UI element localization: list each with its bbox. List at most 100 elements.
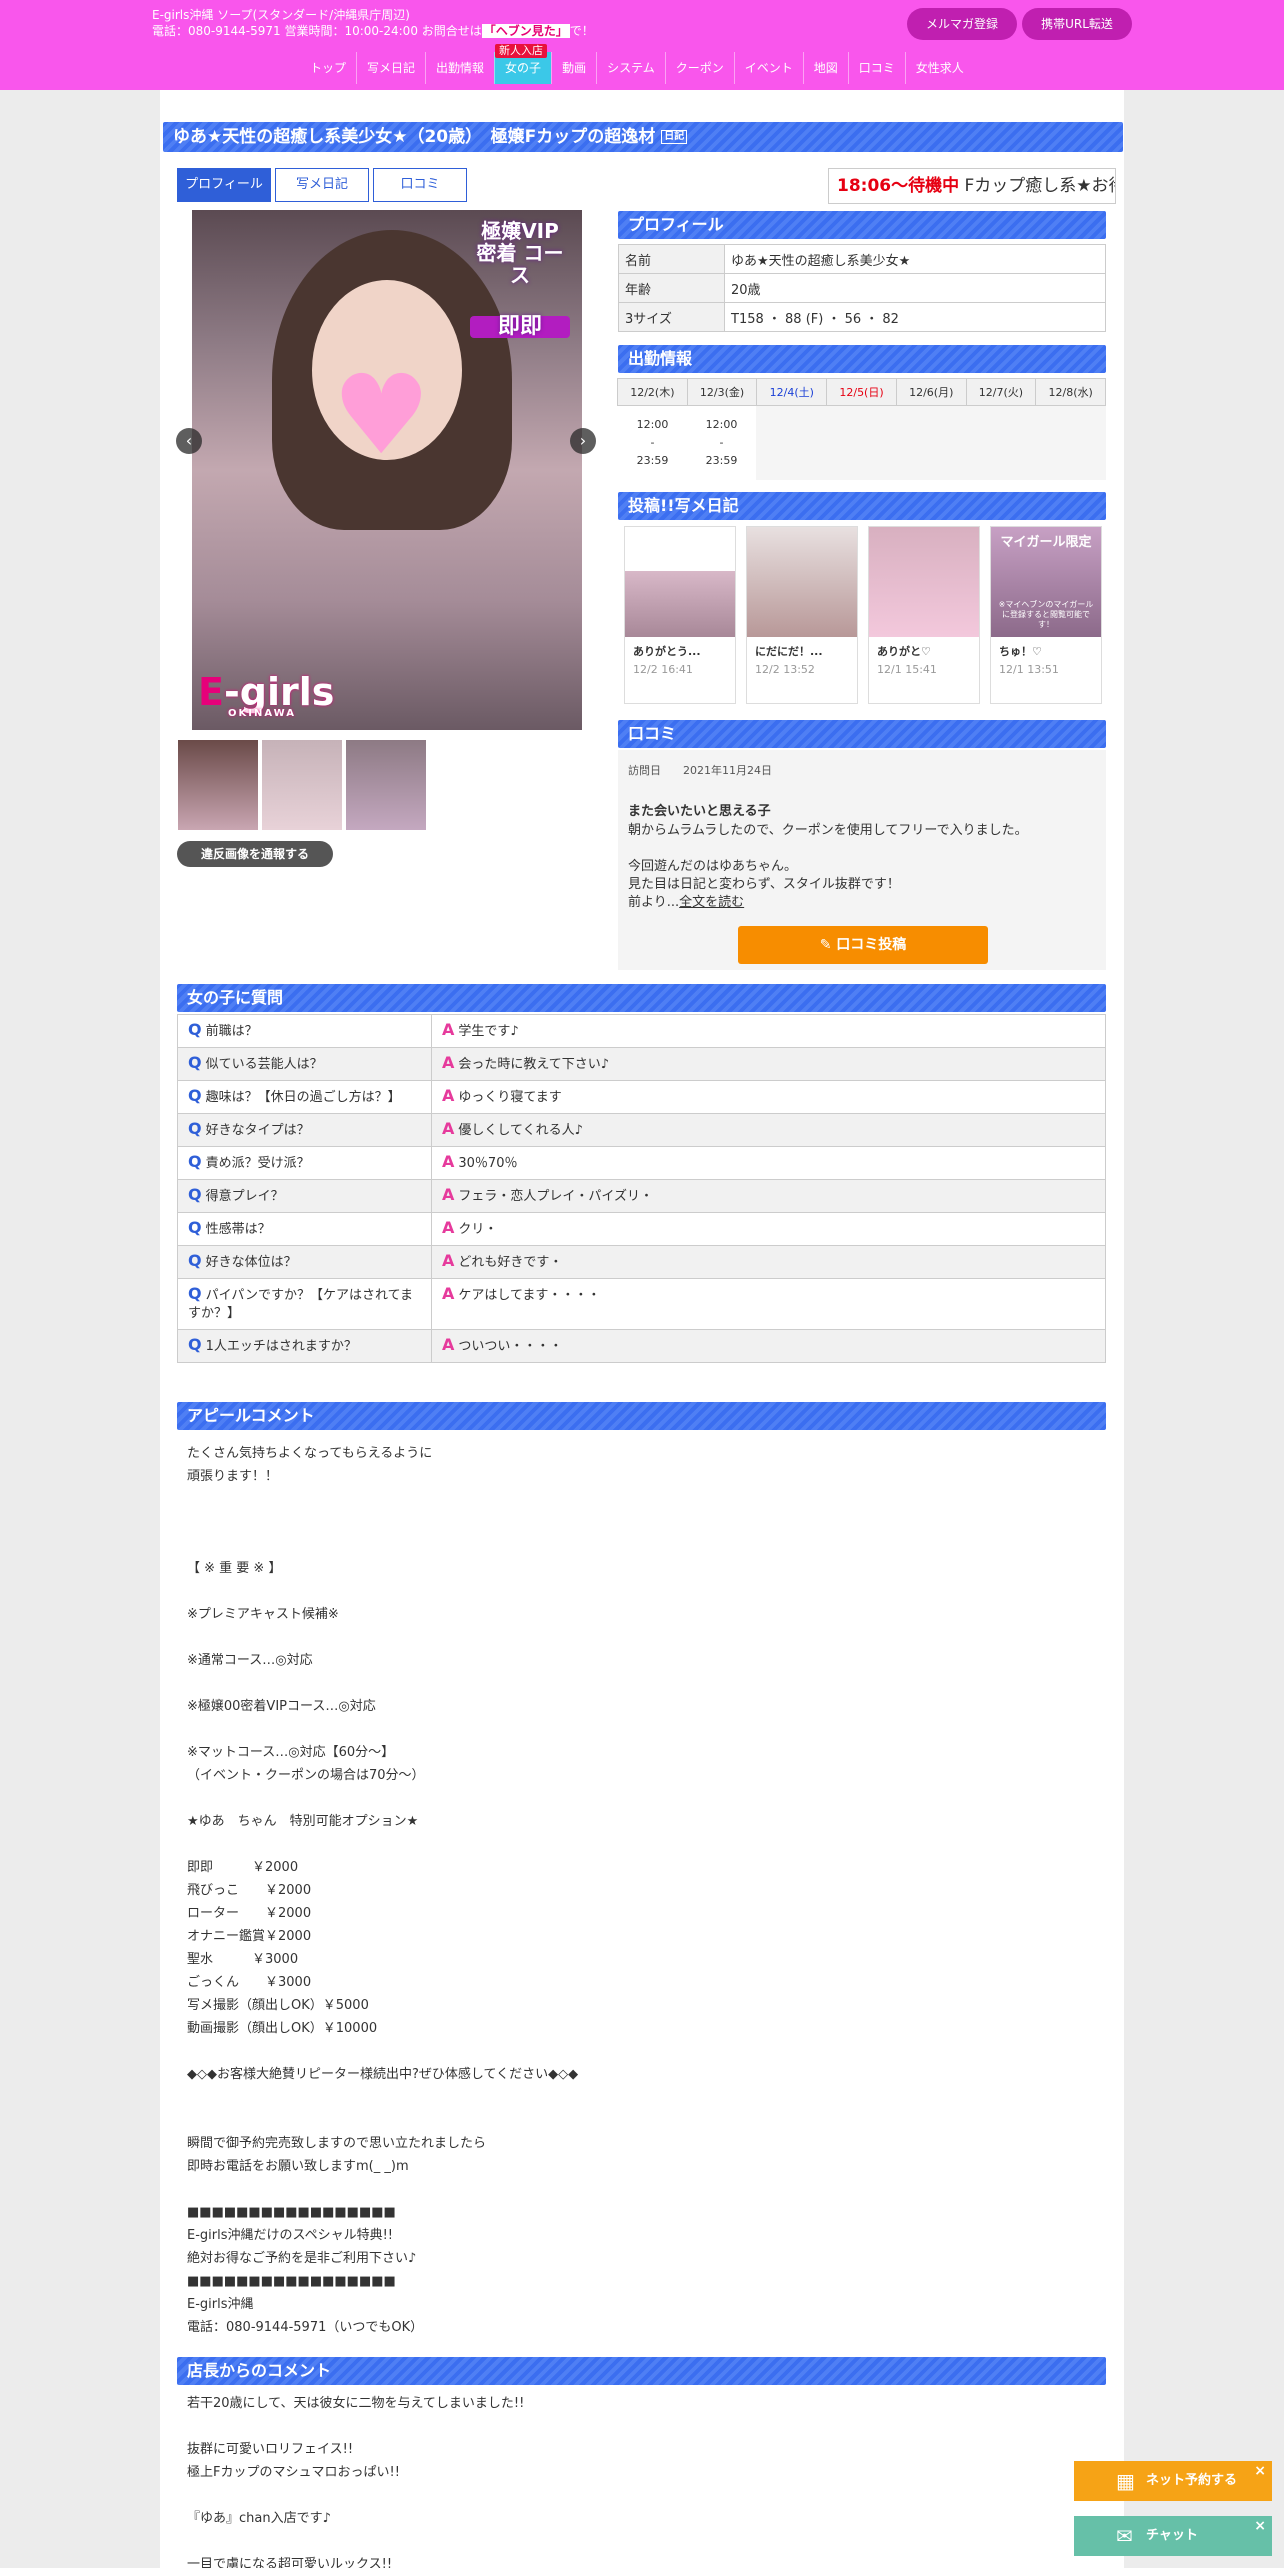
post-review-button[interactable]: ✎ 口コミ投稿 xyxy=(738,926,988,964)
nav-reviews[interactable]: 口コミ xyxy=(847,52,905,84)
diary-card[interactable]: ありがとう... 12/2 16:41 xyxy=(624,526,736,704)
diary-date: 12/1 13:51 xyxy=(999,663,1059,676)
diary-title: ありがとう... xyxy=(633,645,701,658)
profile-value: ゆあ★天性の超癒し系美少女★ xyxy=(724,244,1106,274)
qa-answer: 学生です♪ xyxy=(458,1024,519,1039)
diary-card[interactable]: ありがと♡ 12/1 15:41 xyxy=(868,526,980,704)
read-more-link[interactable]: 全文を読む xyxy=(679,895,744,910)
tab-profile[interactable]: プロフィール xyxy=(177,168,271,202)
mygirl-lock: マイガール限定 ※マイヘブンのマイガールに登録すると閲覧可能です！ xyxy=(991,527,1101,637)
diary-date: 12/2 13:52 xyxy=(755,663,815,676)
visit-info: 訪問日 2021年11月24日 xyxy=(628,762,772,778)
manager-comment: 若干20歳にして、天は彼女に二物を与えてしまいました!! 抜群に可愛いロリフェイ… xyxy=(187,2396,525,2568)
schedule-day: 12/8(水) xyxy=(1035,378,1107,406)
shift-sep: - xyxy=(719,436,724,449)
site-header: E-girls沖縄 ソープ(スタンダード/沖縄県庁周辺) 電話：080-9144… xyxy=(0,0,1284,90)
pencil-icon: ✎ xyxy=(819,937,832,953)
profile-value: 20歳 xyxy=(724,273,1106,303)
vip-stamp: 極嬢VIP 密着 コース 即即 xyxy=(470,219,570,338)
main-nav: トップ 写メ日記 出勤情報 新人入店 女の子 動画 システム クーポン イベント… xyxy=(300,44,974,84)
nav-coupon[interactable]: クーポン xyxy=(664,52,734,84)
nav-system[interactable]: システム xyxy=(596,52,665,84)
close-icon[interactable]: × xyxy=(1254,2506,1266,2546)
mailmag-button[interactable]: メルマガ登録 xyxy=(907,8,1017,40)
calendar-icon: ▦ xyxy=(1116,2469,1135,2493)
review-body: 朝からムラムラしたので、クーポンを使用してフリーで入りました。 今回遊んだのはゆ… xyxy=(628,822,1098,912)
qa-row: Q パイパンですか？【ケアはされてますか？】 A ケアはしてます・・・・ xyxy=(177,1278,1106,1330)
qa-row: Q 1人エッチはされますか？ A ついつい・・・・ xyxy=(177,1329,1106,1363)
qa-answer: 30％70％ xyxy=(458,1156,518,1171)
mygirl-heading: マイガール限定 xyxy=(1000,535,1092,550)
nav-recruit[interactable]: 女性求人 xyxy=(904,52,974,84)
nav-girls[interactable]: 新人入店 女の子 xyxy=(494,44,552,84)
qa-question: 好きな体位は？ xyxy=(205,1255,297,1270)
sokusoku-label: 即即 xyxy=(470,316,570,338)
schedule-day: 12/2(木) xyxy=(617,378,688,406)
photo-thumb[interactable] xyxy=(178,740,258,830)
net-reserve-label: ネット予約する xyxy=(1146,2473,1238,2488)
mobile-url-button[interactable]: 携帯URL転送 xyxy=(1022,8,1132,40)
shift-sep: - xyxy=(650,436,655,449)
tab-reviews[interactable]: 口コミ xyxy=(373,168,467,202)
profile-value: T158 ・ 88 (F) ・ 56 ・ 82 xyxy=(724,302,1106,332)
profile-table: 名前 ゆあ★天性の超癒し系美少女★ 年齢 20歳 3サイズ T158 ・ 88 (F)… xyxy=(618,244,1106,332)
nav-map[interactable]: 地図 xyxy=(802,52,848,84)
tel-suffix: で！ xyxy=(569,24,594,38)
shift-start: 12:00 xyxy=(636,418,669,431)
qa-answer: ケアはしてます・・・・ xyxy=(458,1288,601,1303)
qa-question: 性感帯は？ xyxy=(205,1222,271,1237)
qa-answer: ついつい・・・・ xyxy=(458,1339,563,1354)
status-text: Fカップ癒し系★お待ち xyxy=(964,176,1115,196)
photo-thumb[interactable] xyxy=(262,740,342,830)
nav-video[interactable]: 動画 xyxy=(551,52,596,84)
qa-question: 得意プレイ？ xyxy=(205,1189,284,1204)
nav-schedule[interactable]: 出勤情報 xyxy=(425,52,494,84)
visit-label: 訪問日 xyxy=(628,764,661,777)
profile-heading: プロフィール xyxy=(618,211,1106,239)
shop-name[interactable]: E-girls沖縄 ソープ(スタンダード/沖縄県庁周辺) xyxy=(152,6,410,23)
next-photo-icon[interactable]: › xyxy=(570,428,596,454)
new-girl-badge: 新人入店 xyxy=(495,44,548,58)
qa-row: Q 趣味は？【休日の過ごし方は？】 A ゆっくり寝てます xyxy=(177,1080,1106,1114)
diary-date: 12/1 15:41 xyxy=(877,663,937,676)
diary-card[interactable]: にだにだ！... 12/2 13:52 xyxy=(746,526,858,704)
diary-badge: 日記 xyxy=(661,130,688,144)
schedule-shift: 12:00 - 23:59 xyxy=(687,406,756,480)
schedule-table: 12/2(木) 12/3(金) 12/4(土) 12/5(日) 12/6(月) … xyxy=(617,378,1107,480)
tab-diary[interactable]: 写メ日記 xyxy=(275,168,369,202)
qa-question: 似ている芸能人は？ xyxy=(205,1057,323,1072)
diary-thumb: マイガール限定 ※マイヘブンのマイガールに登録すると閲覧可能です！ xyxy=(991,527,1101,637)
diary-card[interactable]: マイガール限定 ※マイヘブンのマイガールに登録すると閲覧可能です！ ちゅ！♡ 1… xyxy=(990,526,1102,704)
qa-row: Q 前職は？ A 学生です♪ xyxy=(177,1014,1106,1048)
schedule-days: 12/2(木) 12/3(金) 12/4(土) 12/5(日) 12/6(月) … xyxy=(617,378,1107,406)
qa-row: Q 好きなタイプは？ A 優しくしてくれる人♪ xyxy=(177,1113,1106,1147)
nav-top[interactable]: トップ xyxy=(300,52,356,84)
tel-keyword: 「ヘブン見た」 xyxy=(481,24,570,38)
close-icon[interactable]: × xyxy=(1254,2451,1266,2491)
qa-question: 責め派？受け派？ xyxy=(205,1156,310,1171)
profile-key: 3サイズ xyxy=(618,302,725,332)
qa-row: Q 性感帯は？ A クリ・ xyxy=(177,1212,1106,1246)
qa-heading: 女の子に質問 xyxy=(177,984,1106,1012)
qa-answer: 会った時に教えて下さい♪ xyxy=(458,1057,610,1072)
nav-event[interactable]: イベント xyxy=(733,52,803,84)
appeal-heading: アピールコメント xyxy=(177,1402,1106,1430)
main-photo[interactable]: ♥ 極嬢VIP 密着 コース 即即 E-girls OKINAWA xyxy=(192,210,582,730)
report-image-button[interactable]: 違反画像を通報する xyxy=(177,841,333,867)
shop-contact: 電話：080-9144-5971 営業時間：10:00-24:00 お問合せは「… xyxy=(152,22,594,39)
schedule-heading: 出勤情報 xyxy=(618,345,1106,373)
chat-button[interactable]: ✉ チャット × xyxy=(1074,2516,1272,2556)
appeal-text: たくさん気持ちよくなってもらえるように 頑張ります！！ 【 ※ 重 要 ※ 】 … xyxy=(187,1446,579,2335)
diary-date: 12/2 16:41 xyxy=(633,663,693,676)
diary-thumb xyxy=(625,527,735,637)
diary-title: ありがと♡ xyxy=(877,645,931,658)
visit-date: 2021年11月24日 xyxy=(683,764,772,777)
vip-line1: 極嬢VIP xyxy=(481,219,559,243)
brand-logo: E-girls OKINAWA xyxy=(198,670,334,719)
net-reserve-button[interactable]: ▦ ネット予約する × xyxy=(1074,2461,1272,2501)
photo-thumb[interactable] xyxy=(346,740,426,830)
nav-diary[interactable]: 写メ日記 xyxy=(356,52,425,84)
qa-row: Q 得意プレイ？ A フェラ・恋人プレイ・パイズリ・ xyxy=(177,1179,1106,1213)
prev-photo-icon[interactable]: ‹ xyxy=(176,428,202,454)
qa-row: Q 似ている芸能人は？ A 会った時に教えて下さい♪ xyxy=(177,1047,1106,1081)
